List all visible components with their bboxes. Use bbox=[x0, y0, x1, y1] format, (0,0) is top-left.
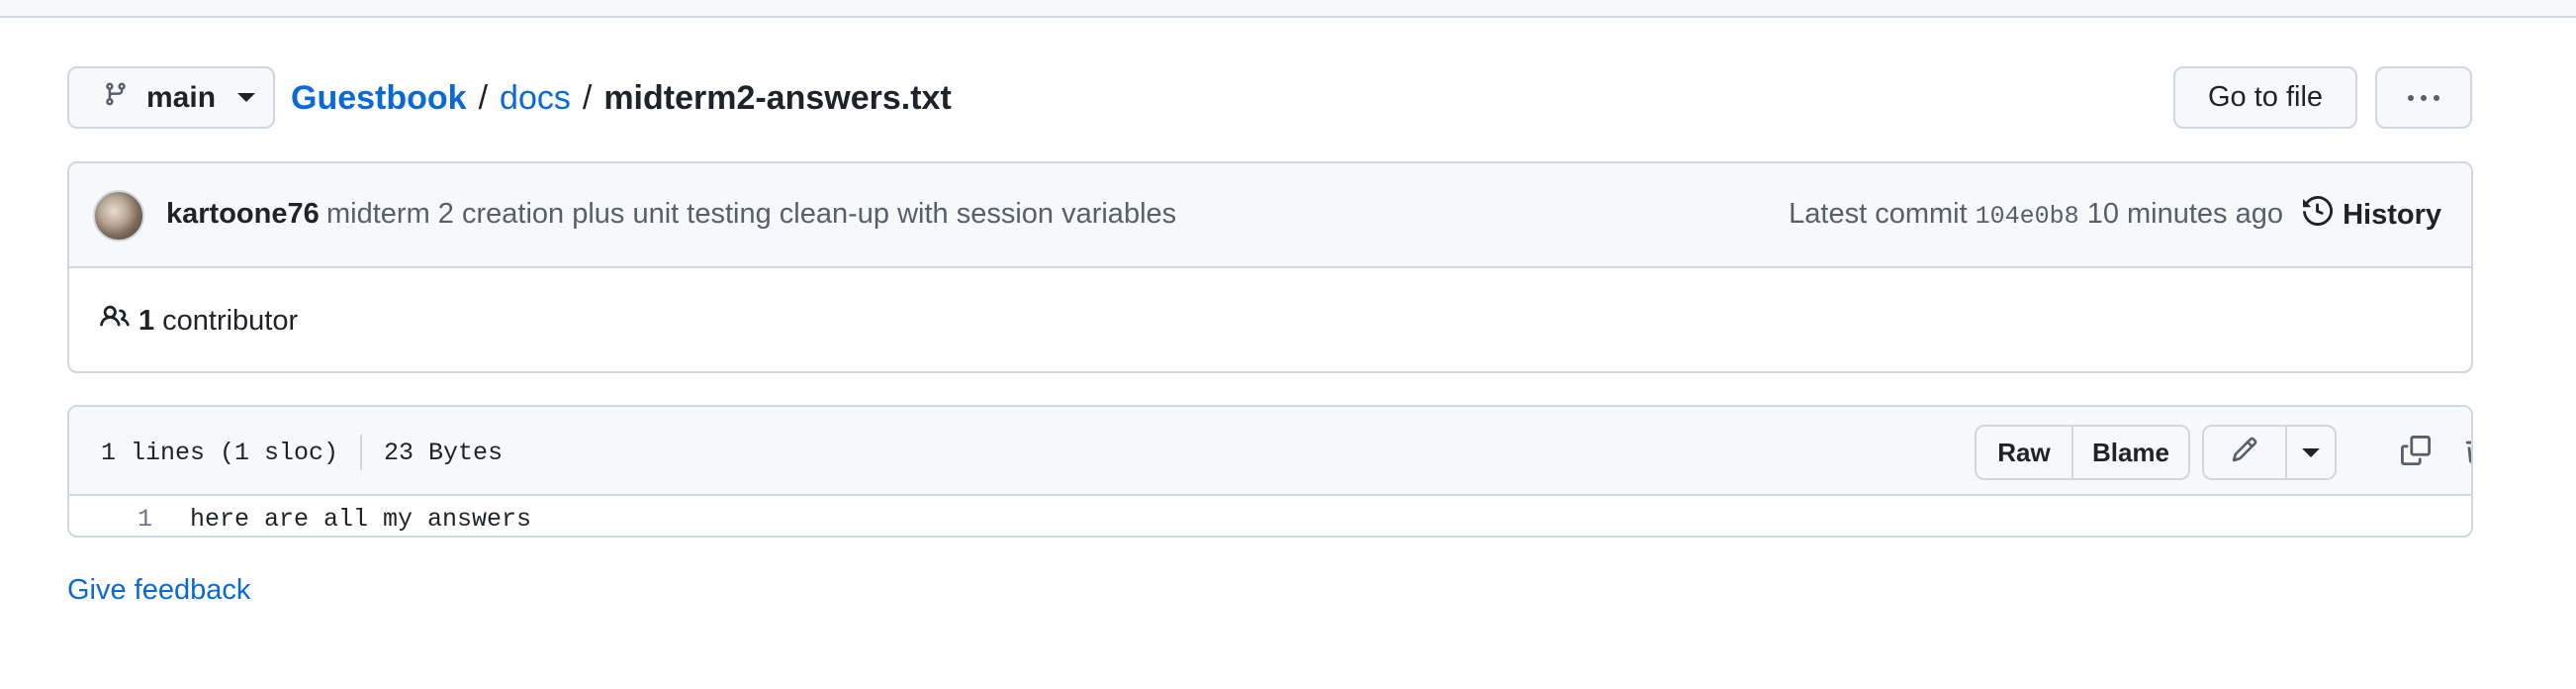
file-info: 1 lines (1 sloc) 23 Bytes bbox=[101, 435, 503, 470]
go-to-file-button[interactable]: Go to file bbox=[2173, 66, 2357, 129]
divider bbox=[360, 435, 363, 470]
give-feedback-link[interactable]: Give feedback bbox=[67, 574, 250, 607]
copy-icon bbox=[2401, 435, 2431, 470]
contributors-row[interactable]: 1 contributor bbox=[99, 302, 298, 340]
code-line: 1 here are all my answers bbox=[69, 498, 2471, 536]
commit-time: 10 minutes ago bbox=[2086, 198, 2283, 230]
raw-blame-group: Raw Blame bbox=[1975, 425, 2190, 480]
top-bar bbox=[0, 0, 2576, 18]
latest-commit-header: kartoone76 midterm 2 creation plus unit … bbox=[69, 163, 2471, 268]
git-branch-icon bbox=[103, 79, 129, 117]
edit-group bbox=[2202, 425, 2337, 480]
commit-sha-link[interactable]: 104e0b8 bbox=[1976, 202, 2079, 231]
latest-commit-label: Latest commit bbox=[1789, 198, 1968, 230]
history-icon bbox=[2303, 195, 2334, 234]
chevron-down-icon bbox=[2302, 447, 2320, 457]
breadcrumb-separator: / bbox=[582, 78, 593, 117]
pencil-icon bbox=[2231, 436, 2258, 470]
breadcrumb-separator: / bbox=[478, 78, 489, 117]
file-size: 23 Bytes bbox=[384, 438, 504, 467]
commit-box: kartoone76 midterm 2 creation plus unit … bbox=[67, 161, 2473, 373]
breadcrumb-file-name: midterm2-answers.txt bbox=[603, 78, 952, 117]
branch-selector-button[interactable]: main bbox=[67, 66, 275, 129]
file-header: 1 lines (1 sloc) 23 Bytes Raw Blame bbox=[69, 407, 2471, 496]
contributor-label: contributor bbox=[162, 304, 299, 337]
copy-raw-button[interactable] bbox=[2394, 431, 2438, 474]
line-number[interactable]: 1 bbox=[69, 505, 152, 534]
breadcrumb-folder-link[interactable]: docs bbox=[500, 79, 571, 118]
breadcrumb: Guestbook / docs / midterm2-answers.txt bbox=[291, 73, 952, 123]
kebab-horizontal-icon bbox=[2408, 94, 2439, 101]
blame-button[interactable]: Blame bbox=[2071, 427, 2188, 478]
raw-button[interactable]: Raw bbox=[1977, 427, 2071, 478]
more-options-button[interactable] bbox=[2375, 66, 2472, 129]
people-icon bbox=[99, 302, 131, 340]
edit-options-dropdown[interactable] bbox=[2285, 427, 2335, 478]
edit-button[interactable] bbox=[2204, 427, 2285, 478]
trash-icon bbox=[2462, 436, 2471, 470]
branch-name: main bbox=[146, 80, 217, 114]
chevron-down-icon bbox=[237, 93, 256, 102]
delete-file-button[interactable] bbox=[2455, 431, 2471, 474]
commit-meta: Latest commit 104e0b8 10 minutes ago bbox=[1789, 198, 2283, 231]
avatar[interactable] bbox=[93, 190, 144, 242]
commit-author-link[interactable]: kartoone76 bbox=[166, 198, 320, 231]
history-link[interactable]: History bbox=[2303, 193, 2441, 237]
breadcrumb-repo-link[interactable]: Guestbook bbox=[291, 79, 467, 118]
commit-message-link[interactable]: midterm 2 creation plus unit testing cle… bbox=[326, 198, 1176, 231]
file-viewer: 1 lines (1 sloc) 23 Bytes Raw Blame 1 he… bbox=[67, 405, 2473, 538]
line-content: here are all my answers bbox=[190, 505, 532, 534]
contributor-count: 1 bbox=[138, 304, 155, 337]
file-line-count: 1 lines (1 sloc) bbox=[101, 438, 339, 467]
history-label: History bbox=[2343, 198, 2441, 231]
